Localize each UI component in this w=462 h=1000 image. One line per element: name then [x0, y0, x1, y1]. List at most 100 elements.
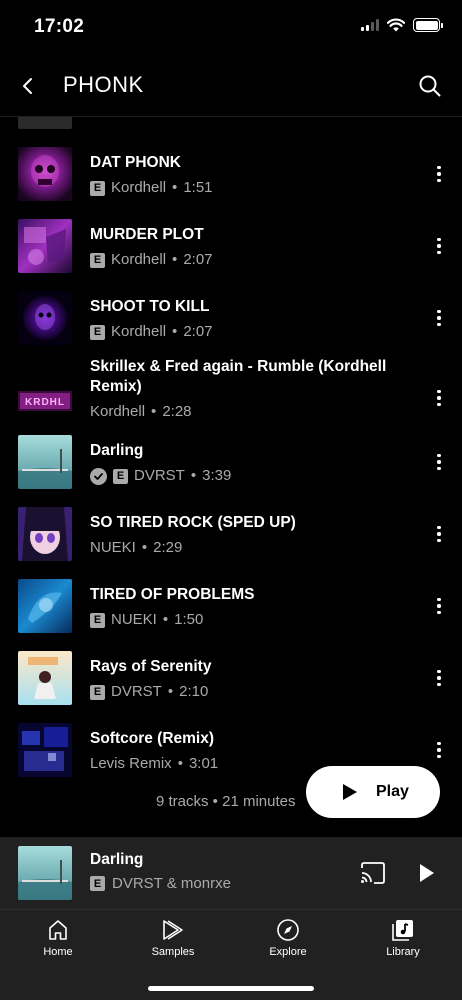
track-info: Rays of Serenity E DVRST • 2:10 [90, 657, 410, 702]
track-row[interactable]: KRDHL Skrillex & Fred again - Rumble (Ko… [0, 357, 462, 427]
status-time: 17:02 [34, 16, 85, 37]
meta-separator: • [177, 755, 183, 772]
track-title: MURDER PLOT [90, 226, 204, 243]
more-options-button[interactable] [434, 596, 444, 616]
explicit-badge: E [90, 252, 105, 268]
play-button[interactable]: Play [306, 766, 440, 818]
more-options-button[interactable] [434, 524, 444, 544]
track-info: TIRED OF PROBLEMS E NUEKI • 1:50 [90, 585, 410, 630]
track-row[interactable]: SO TIRED ROCK (SPED UP) NUEKI • 2:29 [0, 507, 462, 563]
nav-label: Library [386, 946, 420, 958]
album-art [18, 435, 72, 489]
meta-separator: • [162, 611, 169, 628]
more-options-button[interactable] [434, 164, 444, 184]
back-button[interactable] [14, 72, 42, 100]
nav-samples[interactable]: Samples [128, 918, 218, 958]
wifi-icon [387, 18, 405, 32]
track-row[interactable]: Rays of Serenity E DVRST • 2:10 [0, 651, 462, 707]
home-icon [46, 918, 70, 942]
track-info: SHOOT TO KILL E Kordhell • 2:07 [90, 297, 410, 342]
track-list[interactable]: DAT PHONK E Kordhell • 1:51 MURDER PLOT … [0, 117, 462, 837]
explicit-badge: E [90, 612, 105, 628]
samples-icon [161, 918, 185, 942]
track-meta: E Kordhell • 2:07 [90, 322, 410, 342]
album-art [18, 219, 72, 273]
track-row[interactable]: MURDER PLOT E Kordhell • 2:07 [0, 219, 462, 275]
track-row[interactable]: SHOOT TO KILL E Kordhell • 2:07 [0, 291, 462, 347]
track-meta: E DVRST • 2:10 [90, 682, 410, 702]
explicit-badge: E [90, 684, 105, 700]
status-icons [361, 18, 443, 32]
track-title: DAT PHONK [90, 154, 181, 171]
meta-separator: • [172, 251, 178, 268]
search-button[interactable] [416, 72, 444, 100]
cast-icon [361, 862, 385, 884]
track-meta: NUEKI • 2:29 [90, 538, 410, 558]
track-title: SO TIRED ROCK (SPED UP) [90, 514, 296, 531]
track-duration: 3:01 [188, 755, 219, 772]
track-info: Darling E DVRST • 3:39 [90, 441, 410, 486]
track-title: SHOOT TO KILL [90, 298, 210, 315]
track-artist: NUEKI [111, 611, 157, 628]
track-row[interactable]: DAT PHONK E Kordhell • 1:51 [0, 147, 462, 203]
cast-button[interactable] [360, 862, 386, 884]
mini-player[interactable]: Darling E DVRST & monrxe [0, 837, 462, 909]
track-title: TIRED OF PROBLEMS [90, 586, 255, 603]
more-options-button[interactable] [434, 668, 444, 688]
track-duration: 1:51 [183, 179, 213, 196]
track-title-line1: Skrillex & Fred again - Rumble (Kordhell [90, 358, 387, 375]
library-icon [391, 918, 415, 942]
meta-separator: • [167, 683, 174, 700]
play-button-label: Play [376, 783, 409, 800]
mini-player-album-art [18, 846, 72, 900]
album-art [18, 579, 72, 633]
play-icon [420, 864, 434, 882]
page-title: PHONK [63, 72, 144, 97]
track-duration: 3:39 [202, 467, 232, 484]
meta-separator: • [172, 323, 178, 340]
track-meta: E NUEKI • 1:50 [90, 610, 410, 630]
track-artist: Kordhell [111, 323, 167, 340]
meta-separator: • [172, 179, 178, 196]
track-title: Darling [90, 442, 144, 459]
album-art: KRDHL [18, 373, 72, 427]
nav-library[interactable]: Library [358, 918, 448, 958]
explicit-badge: E [90, 876, 105, 891]
more-options-button[interactable] [434, 308, 444, 328]
nav-explore[interactable]: Explore [243, 918, 333, 958]
header: PHONK [0, 56, 462, 116]
track-duration: 2:07 [183, 251, 213, 268]
nav-label: Samples [151, 946, 195, 958]
cellular-signal-icon [361, 19, 379, 31]
nav-home[interactable]: Home [13, 918, 103, 958]
more-options-button[interactable] [434, 388, 444, 408]
mini-player-title: Darling [90, 851, 144, 868]
more-options-button[interactable] [434, 236, 444, 256]
track-title-line2: Remix) [90, 378, 142, 395]
track-title: Rays of Serenity [90, 658, 212, 675]
track-info: SO TIRED ROCK (SPED UP) NUEKI • 2:29 [90, 513, 410, 558]
track-duration: 2:10 [179, 683, 209, 700]
explicit-badge: E [90, 324, 105, 340]
track-row[interactable]: Darling E DVRST • 3:39 [0, 435, 462, 491]
playlist-summary: 9 tracks • 21 minutes [156, 793, 296, 810]
meta-separator: • [141, 539, 148, 556]
mini-player-artist-row: E DVRST & monrxe [90, 875, 231, 892]
track-artist: Kordhell [111, 179, 167, 196]
more-options-button[interactable] [434, 452, 444, 472]
chevron-left-icon [23, 78, 32, 94]
more-options-button[interactable] [434, 740, 444, 760]
track-artist: DVRST [134, 467, 185, 484]
album-art [18, 651, 72, 705]
track-row[interactable]: TIRED OF PROBLEMS E NUEKI • 1:50 [0, 579, 462, 635]
status-bar: 17:02 [0, 0, 462, 56]
meta-separator: • [151, 403, 157, 420]
play-icon [343, 784, 357, 800]
track-artist: Kordhell [90, 403, 146, 420]
track-meta: Kordhell • 2:28 [90, 402, 410, 422]
explicit-badge: E [113, 468, 128, 484]
meta-separator: • [190, 467, 197, 484]
track-info: MURDER PLOT E Kordhell • 2:07 [90, 225, 410, 270]
album-art [18, 723, 72, 777]
mini-player-play-button[interactable] [414, 861, 438, 885]
